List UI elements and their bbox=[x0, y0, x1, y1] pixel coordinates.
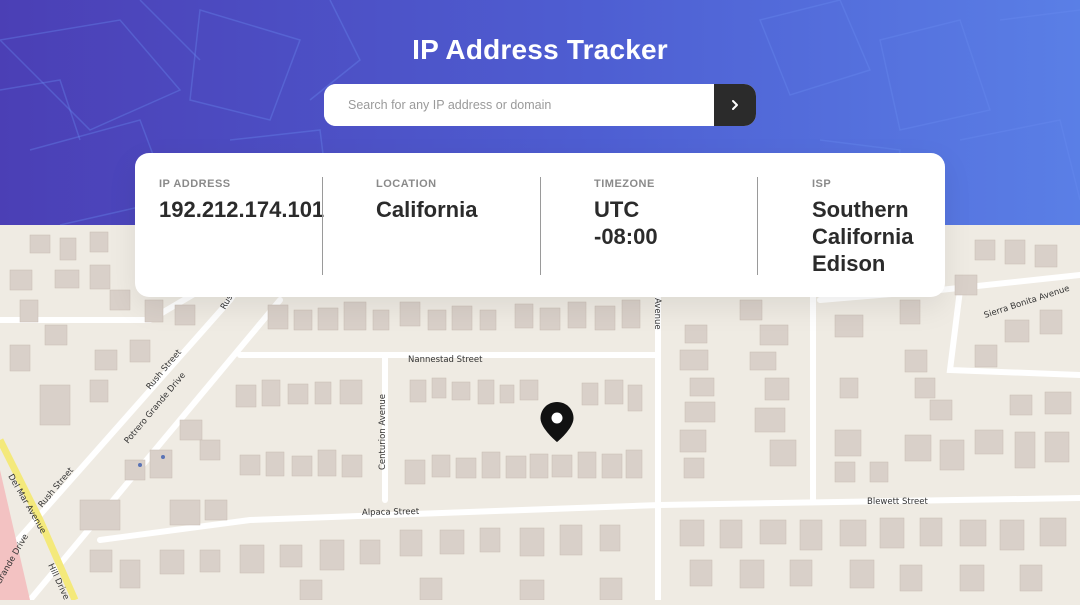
map-label-avenue: Avenue bbox=[652, 298, 662, 330]
ip-address-cell: IP ADDRESS 192.212.174.101 bbox=[159, 153, 329, 297]
map-label-nannestad: Nannestad Street bbox=[408, 355, 483, 365]
location-label: LOCATION bbox=[376, 178, 437, 190]
chevron-right-icon bbox=[732, 100, 738, 110]
ip-address-value: 192.212.174.101 bbox=[159, 197, 325, 222]
search-bar bbox=[324, 84, 756, 126]
location-cell: LOCATION California bbox=[376, 153, 536, 297]
map-label-centurion: Centurion Avenue bbox=[378, 394, 388, 470]
search-submit-button[interactable] bbox=[714, 84, 756, 126]
isp-value-line: California bbox=[812, 224, 914, 249]
search-input[interactable] bbox=[324, 84, 714, 126]
timezone-value-line: -08:00 bbox=[594, 224, 658, 249]
location-pin-icon[interactable] bbox=[539, 401, 575, 443]
divider bbox=[757, 177, 758, 275]
isp-value-line: Southern bbox=[812, 197, 909, 222]
page-title: IP Address Tracker bbox=[412, 34, 668, 65]
timezone-value-line: UTC bbox=[594, 197, 640, 222]
map-label-blewett: Blewett Street bbox=[867, 497, 928, 507]
divider bbox=[540, 177, 541, 275]
timezone-label: TIMEZONE bbox=[594, 178, 655, 190]
ip-address-label: IP ADDRESS bbox=[159, 178, 231, 190]
timezone-value: UTC -08:00 bbox=[594, 196, 658, 250]
divider bbox=[322, 177, 323, 275]
isp-value: Southern California Edison bbox=[812, 196, 913, 277]
map-label-alpaca: Alpaca Street bbox=[362, 507, 420, 518]
info-card: IP ADDRESS 192.212.174.101 LOCATION Cali… bbox=[135, 153, 945, 297]
timezone-cell: TIMEZONE UTC -08:00 bbox=[594, 153, 754, 297]
isp-value-line: Edison bbox=[812, 251, 886, 276]
isp-cell: ISP Southern California Edison bbox=[812, 153, 942, 297]
isp-label: ISP bbox=[812, 178, 832, 190]
location-value: California bbox=[376, 197, 478, 222]
